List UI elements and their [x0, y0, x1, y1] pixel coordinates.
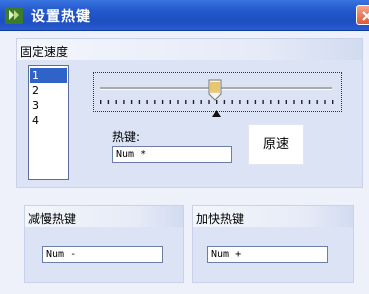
fast-hotkey-group: 加快热键 [192, 205, 354, 283]
app-icon [4, 6, 24, 25]
hotkey-label: 热键: [112, 130, 141, 144]
list-item[interactable]: 3 [30, 98, 67, 113]
title-bar[interactable]: 设置热键 [0, 0, 369, 31]
reset-speed-button[interactable]: 原速 [248, 124, 304, 165]
list-item[interactable]: 4 [30, 113, 67, 128]
list-item[interactable]: 2 [30, 83, 67, 98]
fast-hotkey-input[interactable] [207, 246, 328, 263]
slider-position-arrow-icon [212, 110, 221, 117]
slow-hotkey-caption: 减慢热键 [28, 212, 77, 226]
fast-hotkey-caption: 加快热键 [196, 212, 245, 226]
speed-listbox[interactable]: 1 2 3 4 [28, 65, 69, 180]
fast-hotkey-header: 加快热键 [193, 206, 353, 227]
list-item[interactable]: 1 [30, 68, 67, 83]
window-title: 设置热键 [31, 9, 91, 25]
fixed-speed-caption: 固定速度 [20, 45, 69, 59]
close-button[interactable] [356, 5, 369, 25]
slow-hotkey-group: 减慢热键 [24, 205, 184, 283]
slow-hotkey-input[interactable] [42, 246, 163, 263]
speed-slider-thumb[interactable] [208, 79, 222, 101]
fixed-speed-header: 固定速度 [17, 39, 362, 60]
slow-hotkey-header: 减慢热键 [25, 206, 183, 227]
fixed-hotkey-input[interactable] [112, 146, 232, 163]
close-icon [362, 11, 369, 21]
